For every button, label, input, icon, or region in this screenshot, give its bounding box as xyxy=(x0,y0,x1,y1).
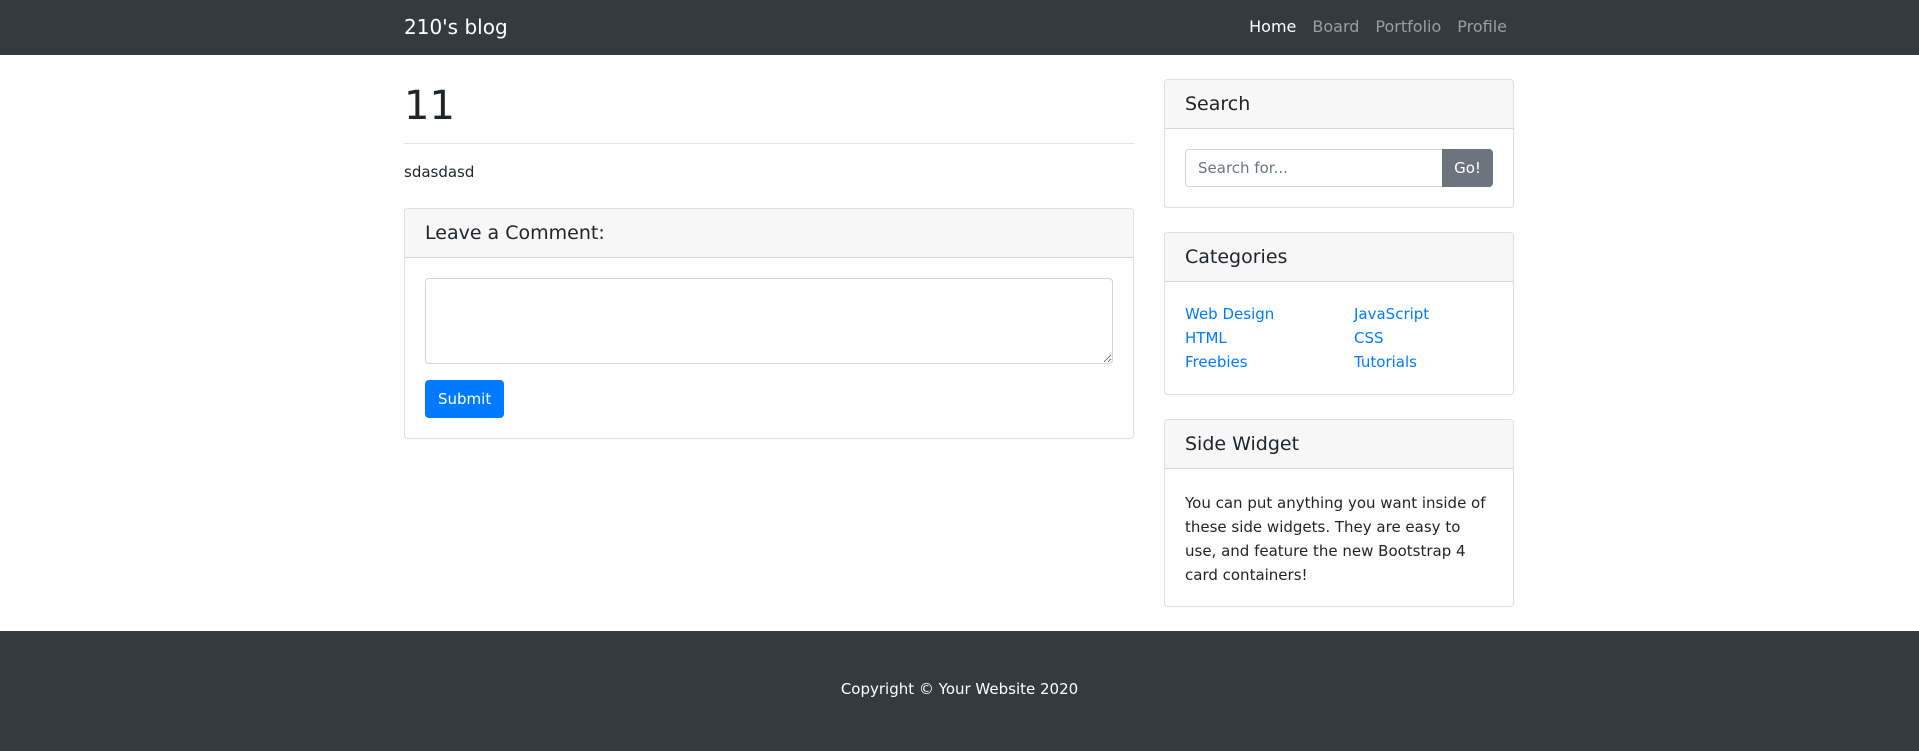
categories-card: Categories Web Design JavaScript HTML CS… xyxy=(1164,232,1514,395)
nav-link-portfolio[interactable]: Portfolio xyxy=(1375,17,1441,37)
category-link-javascript[interactable]: JavaScript xyxy=(1354,304,1493,324)
comment-card-body: Submit xyxy=(405,258,1133,438)
category-link-web-design[interactable]: Web Design xyxy=(1185,304,1354,324)
search-input-group: Go! xyxy=(1185,149,1493,187)
category-link-html[interactable]: HTML xyxy=(1185,328,1354,348)
post-divider xyxy=(404,143,1134,144)
categories-card-header: Categories xyxy=(1165,233,1513,282)
category-link-tutorials[interactable]: Tutorials xyxy=(1354,352,1493,372)
side-widget-text: You can put anything you want inside of … xyxy=(1185,494,1486,584)
nav-link-home[interactable]: Home xyxy=(1249,17,1296,37)
navbar: 210's blog Home Board Portfolio Profile xyxy=(0,0,1919,55)
comment-card: Leave a Comment: Submit xyxy=(404,208,1134,439)
navbar-brand[interactable]: 210's blog xyxy=(404,14,508,40)
submit-button[interactable]: Submit xyxy=(425,380,505,418)
navbar-links: Home Board Portfolio Profile xyxy=(1249,17,1507,37)
category-link-freebies[interactable]: Freebies xyxy=(1185,352,1354,372)
search-card-body: Go! xyxy=(1165,129,1513,207)
nav-link-board[interactable]: Board xyxy=(1312,17,1359,37)
footer-copyright: Copyright © Your Website 2020 xyxy=(840,680,1079,698)
comment-card-header: Leave a Comment: xyxy=(405,209,1133,258)
comment-textarea[interactable] xyxy=(425,278,1113,364)
search-card: Search Go! xyxy=(1164,79,1514,208)
side-widget-header: Side Widget xyxy=(1165,420,1513,469)
search-go-button[interactable]: Go! xyxy=(1442,149,1493,187)
post-title: 11 xyxy=(404,83,455,129)
categories-list: Web Design JavaScript HTML CSS Freebies … xyxy=(1185,304,1493,372)
search-card-header: Search xyxy=(1165,80,1513,129)
footer: Copyright © Your Website 2020 xyxy=(0,631,1919,751)
side-widget-card: Side Widget You can put anything you wan… xyxy=(1164,419,1514,607)
nav-link-profile[interactable]: Profile xyxy=(1457,17,1507,37)
post-body: sdasdasd xyxy=(404,163,475,181)
category-link-css[interactable]: CSS xyxy=(1354,328,1493,348)
search-input[interactable] xyxy=(1185,149,1442,187)
categories-card-body: Web Design JavaScript HTML CSS Freebies … xyxy=(1165,282,1513,392)
side-widget-body: You can put anything you want inside of … xyxy=(1165,469,1513,606)
